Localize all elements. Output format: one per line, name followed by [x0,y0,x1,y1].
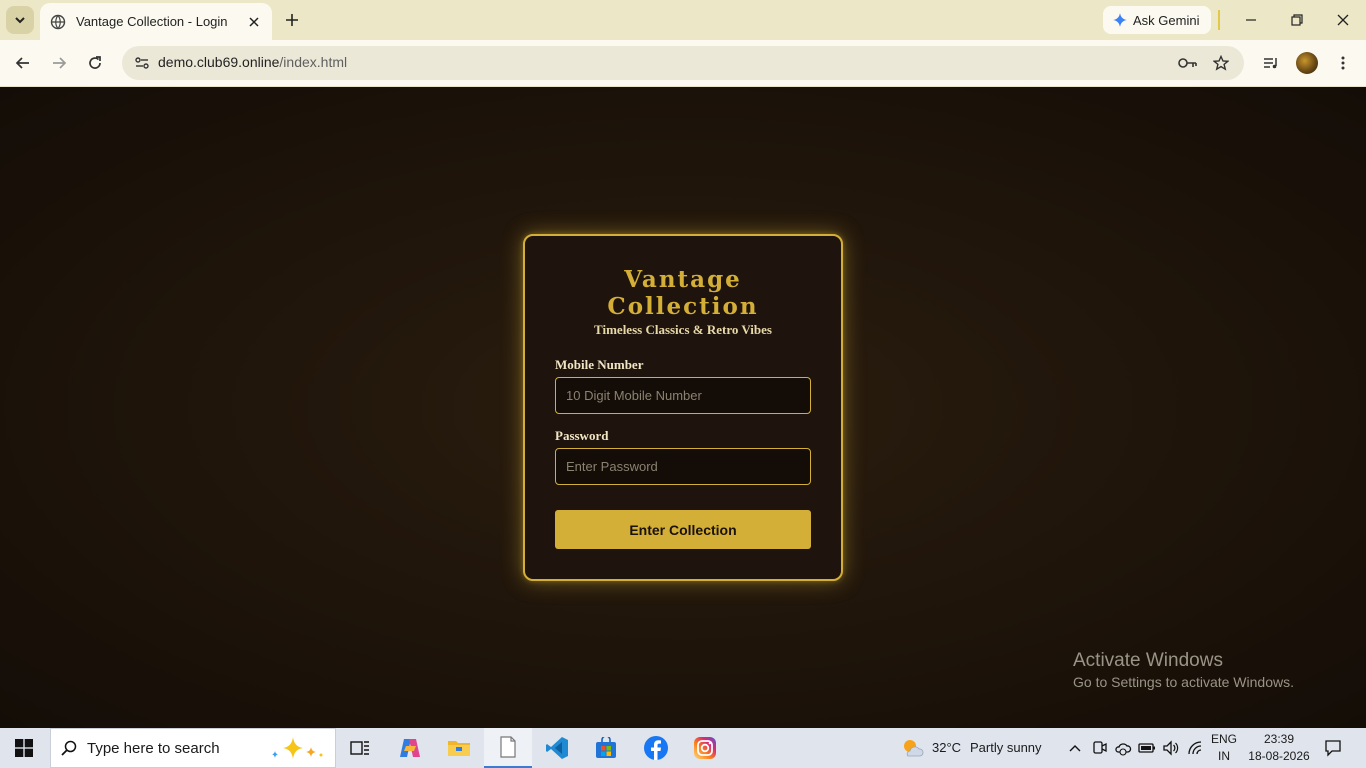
toolbar-divider [1218,10,1220,30]
arrow-right-icon [53,57,67,69]
wifi-icon[interactable] [1186,738,1206,758]
store-icon [596,737,616,758]
close-icon[interactable] [246,14,262,30]
enter-collection-button[interactable]: Enter Collection [555,510,811,549]
ask-gemini-label: Ask Gemini [1133,12,1200,28]
taskbar-search-box[interactable]: Type here to search [50,728,336,768]
ask-gemini-button[interactable]: Ask Gemini [1103,6,1211,34]
onedrive-sync-icon[interactable] [1113,738,1133,758]
activate-windows-watermark: Activate Windows Go to Settings to activ… [1073,650,1294,690]
close-icon [1337,14,1349,26]
activate-windows-title: Activate Windows [1073,650,1223,671]
back-button[interactable] [10,50,36,76]
copilot-icon [400,739,420,757]
page-subtitle: Timeless Classics & Retro Vibes [594,322,772,337]
forward-button[interactable] [46,50,72,76]
clock-date: 18-08-2026 [1248,749,1310,763]
microsoft-store-app[interactable] [582,728,630,768]
activate-windows-hint: Go to Settings to activate Windows. [1073,674,1294,690]
vscode-icon [546,737,568,759]
new-tab-button[interactable] [280,8,304,32]
chevron-up-icon[interactable] [1065,738,1085,758]
minimize-button[interactable] [1239,8,1263,32]
language-code: ENG [1210,732,1237,746]
url-host: demo.club69.online [158,54,280,70]
password-key-icon[interactable] [1176,51,1200,75]
volume-icon[interactable] [1161,738,1181,758]
media-controls-button[interactable] [1258,50,1284,76]
taskbar-clock[interactable]: 23:39 18-08-2026 [1244,731,1314,765]
bookmark-star-icon[interactable] [1209,51,1233,75]
search-highlight-sparkle-icon [267,735,327,768]
restore-button[interactable] [1285,8,1309,32]
instagram-app[interactable] [681,728,729,768]
url-path: /index.html [279,54,348,70]
browser-menu-button[interactable] [1330,50,1356,76]
tab-search-button[interactable] [6,6,34,34]
window-close-button[interactable] [1331,8,1355,32]
page-content: Vantage Collection Timeless Classics & R… [0,87,1366,728]
browser-tab-active[interactable]: Vantage Collection - Login [40,3,272,40]
restore-icon [1291,14,1303,26]
minimize-icon [1246,19,1256,21]
weather-temperature[interactable]: 32°C [932,740,961,755]
weather-condition[interactable]: Partly sunny [970,740,1042,755]
start-button[interactable] [0,728,48,768]
globe-icon [50,14,66,30]
clock-time: 23:39 [1263,732,1295,746]
taskbar: Type here to search 32°C Partly sunny EN… [0,728,1366,768]
meet-now-icon[interactable] [1089,738,1109,758]
playlist-icon [1264,58,1277,69]
login-card: Vantage Collection Timeless Classics & R… [523,234,843,581]
notepad-icon [500,736,516,758]
search-icon [51,740,87,756]
site-info-icon[interactable] [130,51,154,75]
more-vertical-icon [1341,56,1345,70]
reload-button[interactable] [82,50,108,76]
task-view-icon [350,741,369,755]
file-explorer-app[interactable] [435,728,483,768]
profile-avatar[interactable] [1296,52,1318,74]
notification-center-icon[interactable] [1323,738,1343,758]
folder-icon [448,741,470,756]
page-title: Vantage Collection [607,266,759,320]
mobile-number-label: Mobile Number [555,357,644,372]
reload-icon [89,56,101,69]
address-bar[interactable]: demo.club69.online/index.html [122,46,1244,80]
task-view-button[interactable] [336,728,384,768]
browser-toolbar: demo.club69.online/index.html [0,40,1366,87]
facebook-app[interactable] [632,728,680,768]
mobile-number-input[interactable] [555,377,811,414]
plus-icon [286,14,298,26]
chevron-down-icon [15,17,25,24]
password-input[interactable] [555,448,811,485]
region-code: IN [1218,749,1230,763]
arrow-left-icon [15,57,29,69]
instagram-icon [694,737,716,759]
input-language-indicator[interactable]: ENG IN [1208,731,1240,765]
vscode-app[interactable] [533,728,581,768]
password-label: Password [555,428,609,443]
browser-tab-strip: Vantage Collection - Login Ask Gemini [0,0,1366,40]
taskbar-search-placeholder: Type here to search [87,739,220,757]
tab-title: Vantage Collection - Login [76,14,228,29]
url-text: demo.club69.online/index.html [158,54,347,70]
notepad-app[interactable] [484,728,532,768]
copilot-app[interactable] [386,728,434,768]
battery-icon[interactable] [1137,738,1157,758]
gemini-sparkle-icon [1113,13,1127,27]
windows-logo-icon [15,739,33,757]
weather-partly-sunny-icon[interactable] [900,736,924,760]
facebook-icon [644,736,668,760]
